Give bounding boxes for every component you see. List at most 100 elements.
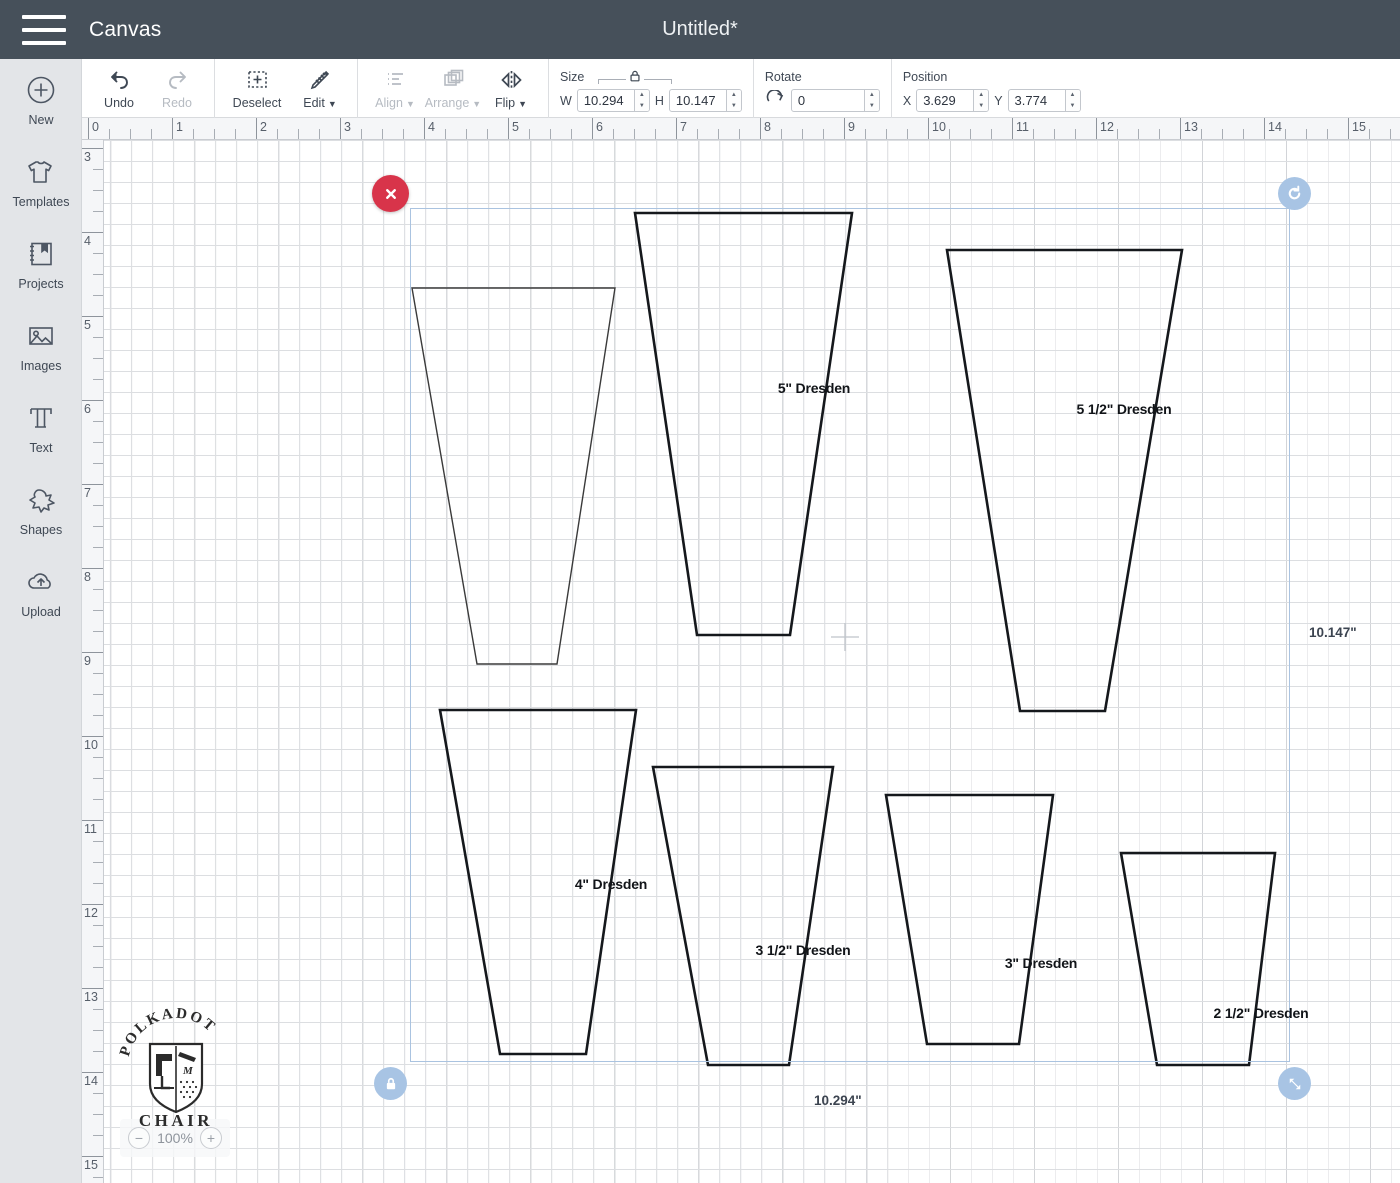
stepper-up-icon[interactable]: ▲ [974, 90, 988, 101]
ruler-tick-label: 9 [84, 654, 91, 668]
redo-button[interactable]: Redo [148, 60, 206, 117]
ruler-minor-tick [529, 129, 530, 139]
height-stepper[interactable]: ▲ ▼ [725, 90, 741, 112]
cloud-upload-icon [24, 565, 58, 599]
ruler-minor-tick [151, 129, 152, 139]
flip-text: Flip [494, 95, 516, 110]
dresden-wedge-5-5[interactable] [945, 248, 1184, 713]
rotate-input[interactable] [791, 90, 864, 111]
ruler-minor-tick [550, 129, 551, 139]
dresden-wedge-unlabeled[interactable] [411, 287, 616, 665]
stepper-down-icon[interactable]: ▼ [727, 101, 741, 112]
ruler-major-tick [1096, 118, 1097, 139]
ruler-minor-tick [361, 129, 362, 139]
ruler-minor-tick [1243, 129, 1244, 139]
resize-diagonal-icon [1289, 1078, 1300, 1089]
rotate-stepper[interactable]: ▲ ▼ [863, 90, 879, 112]
y-label: Y [994, 93, 1003, 108]
ruler-tick-label: 13 [84, 990, 98, 1004]
zoom-in-button[interactable]: + [200, 1127, 222, 1149]
design-canvas[interactable]: 10.147" 10.294" 5" Dresden 5 1/2" Dresden… [104, 140, 1400, 1183]
ruler-major-tick [340, 118, 341, 139]
ruler-minor-tick [886, 129, 887, 139]
ruler-major-tick [82, 652, 103, 653]
ruler-major-tick [676, 118, 677, 139]
dresden-wedge-3[interactable] [884, 793, 1055, 1046]
sidebar-item-new[interactable]: New [0, 59, 82, 141]
rotate-field[interactable]: ▲▼ [790, 89, 880, 112]
stepper-up-icon[interactable]: ▲ [865, 90, 879, 101]
size-group: Size W ▲▼ H ▲ [549, 59, 754, 118]
ruler-minor-tick [1390, 129, 1391, 139]
dresden-wedge-3-5[interactable] [651, 765, 835, 1067]
delete-handle[interactable] [372, 175, 409, 212]
width-field[interactable]: ▲▼ [576, 89, 650, 112]
sidebar-item-projects[interactable]: Projects [0, 223, 82, 305]
hamburger-icon[interactable] [22, 14, 66, 45]
shape-label: 2 1/2" Dresden [1213, 1005, 1309, 1021]
sidebar-item-templates[interactable]: Templates [0, 141, 82, 223]
ruler-tick-label: 8 [764, 120, 771, 134]
width-input[interactable] [577, 90, 634, 111]
deselect-button[interactable]: Deselect [223, 60, 291, 117]
center-crosshair-icon [831, 623, 859, 651]
sidebar-item-upload[interactable]: Upload [0, 551, 82, 633]
ruler-tick-label: 10 [84, 738, 98, 752]
stepper-down-icon[interactable]: ▼ [1066, 101, 1080, 112]
sidebar-item-label: Text [29, 441, 53, 455]
sidebar-item-label: Images [20, 359, 62, 373]
sidebar-item-images[interactable]: Images [0, 305, 82, 387]
align-lines-icon [383, 68, 408, 93]
ruler-tick-label: 6 [596, 120, 603, 134]
sidebar-item-shapes[interactable]: Shapes [0, 469, 82, 551]
stepper-up-icon[interactable]: ▲ [1066, 90, 1080, 101]
ruler-minor-tick [1306, 129, 1307, 139]
resize-handle[interactable] [1278, 1067, 1311, 1100]
toolbar-group-arrange: Align ▼ Arrange ▼ Flip ▼ [358, 59, 549, 118]
shapes-layer [411, 211, 1277, 1067]
dresden-wedge-2-5[interactable] [1119, 851, 1277, 1067]
y-stepper[interactable]: ▲ ▼ [1064, 90, 1080, 112]
stepper-down-icon[interactable]: ▼ [865, 101, 879, 112]
x-input[interactable] [917, 90, 974, 111]
undo-button[interactable]: Undo [90, 60, 148, 117]
ruler-minor-tick [949, 129, 950, 139]
stepper-up-icon[interactable]: ▲ [727, 90, 741, 101]
ruler-minor-tick [93, 589, 103, 590]
width-stepper[interactable]: ▲ ▼ [633, 90, 649, 112]
height-field[interactable]: ▲▼ [668, 89, 742, 112]
lock-closed-icon[interactable] [626, 66, 645, 85]
lock-handle[interactable] [374, 1067, 407, 1100]
ruler-minor-tick [1369, 129, 1370, 139]
y-input[interactable] [1008, 90, 1065, 111]
ruler-minor-tick [93, 295, 103, 296]
toolbar: Undo Redo Deselect Edit ▼ Align ▼ Arrang… [82, 59, 1400, 118]
sidebar-item-text[interactable]: Text [0, 387, 82, 469]
ruler-minor-tick [93, 925, 103, 926]
rotate-handle[interactable] [1278, 177, 1311, 210]
document-title: Untitled* [662, 18, 738, 40]
app-label: Canvas [89, 17, 162, 41]
arrange-button[interactable]: Arrange ▼ [424, 60, 482, 117]
ruler-minor-tick [93, 1135, 103, 1136]
zoom-level-value: 100% [157, 1130, 193, 1146]
ruler-major-tick [88, 118, 89, 139]
x-stepper[interactable]: ▲ ▼ [973, 90, 989, 112]
align-button[interactable]: Align ▼ [366, 60, 424, 117]
ruler-minor-tick [93, 211, 103, 212]
stepper-down-icon[interactable]: ▼ [974, 101, 988, 112]
redo-arrow-icon [165, 68, 190, 93]
edit-button[interactable]: Edit ▼ [291, 60, 349, 117]
ruler-minor-tick [93, 1030, 103, 1031]
x-field[interactable]: ▲▼ [916, 89, 990, 112]
deselect-dashed-plus-icon [245, 68, 270, 93]
stepper-up-icon[interactable]: ▲ [635, 90, 649, 101]
stepper-down-icon[interactable]: ▼ [635, 101, 649, 112]
zoom-out-button[interactable]: − [128, 1127, 150, 1149]
dresden-wedge-5[interactable] [633, 211, 854, 637]
ruler-minor-tick [93, 694, 103, 695]
flip-button[interactable]: Flip ▼ [482, 60, 540, 117]
ruler-major-tick [1012, 118, 1013, 139]
height-input[interactable] [669, 90, 726, 111]
y-field[interactable]: ▲▼ [1007, 89, 1081, 112]
